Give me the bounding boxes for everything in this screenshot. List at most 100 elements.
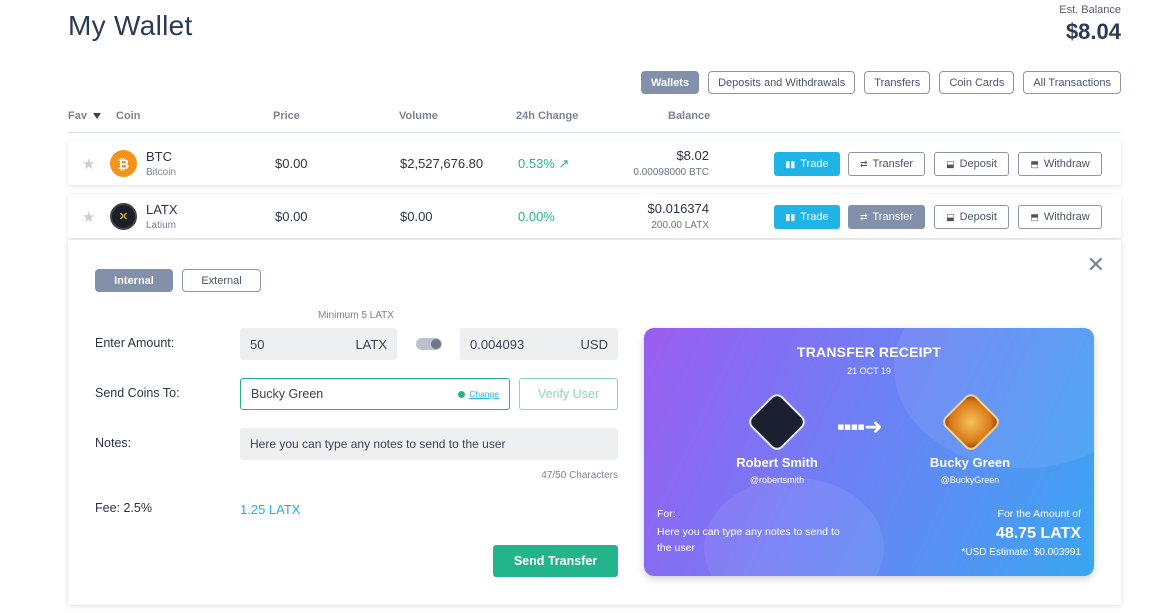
change-link-label: Change (469, 389, 499, 399)
fee-label: Fee: 2.5% (95, 501, 152, 515)
amount-label: Enter Amount: (95, 336, 175, 350)
coin-symbol: LATX (146, 202, 178, 217)
coin-change: 0.53% ↗ (518, 156, 569, 172)
currency-toggle[interactable] (416, 338, 442, 350)
coin-volume: $2,527,676.80 (400, 156, 484, 171)
coin-volume: $0.00 (400, 209, 433, 224)
arrow-right-icon: ▪▪▪▪➜ (837, 414, 883, 439)
sendto-label: Send Coins To: (95, 386, 180, 400)
recipient-name: Bucky Green (929, 455, 1011, 470)
coin-balance-sub: 0.00098000 BTC (633, 167, 709, 178)
receipt-note: Here you can type any notes to send to t… (657, 526, 840, 554)
verify-user-button[interactable]: Verify User (519, 378, 618, 410)
coin-balance: $8.02 (676, 148, 709, 163)
usd-input[interactable]: 0.004093 USD (460, 328, 618, 360)
star-icon[interactable]: ★ (82, 155, 95, 173)
wallet-page: My Wallet Est. Balance $8.04 Wallets Dep… (0, 0, 1167, 613)
fav-header-label: Fav (68, 110, 87, 122)
table-row: ★ ✕ LATX Latium $0.00 $0.00 0.00% $0.016… (68, 194, 1121, 238)
latium-icon: ✕ (110, 203, 137, 230)
withdraw-icon: ⬒ (1030, 211, 1039, 222)
character-count: 47/50 Characters (541, 470, 618, 481)
transfer-button[interactable]: ⇄ Transfer (848, 152, 925, 176)
notes-input[interactable]: Here you can type any notes to send to t… (240, 428, 618, 460)
tab-wallets[interactable]: Wallets (640, 71, 700, 94)
withdraw-icon: ⬒ (1030, 158, 1039, 169)
notes-label: Notes: (95, 436, 132, 450)
tab-coin-cards[interactable]: Coin Cards (939, 71, 1015, 94)
wallet-tabs: Wallets Deposits and Withdrawals Transfe… (640, 71, 1121, 94)
tab-internal[interactable]: Internal (95, 269, 173, 292)
sender-handle: @robertsmith (749, 475, 805, 485)
volume-header: Volume (399, 110, 438, 122)
transfer-label: Transfer (872, 211, 914, 223)
withdraw-label: Withdraw (1043, 211, 1090, 223)
star-icon[interactable]: ★ (82, 208, 95, 226)
receipt-amount: 48.75 LATX (995, 525, 1081, 542)
change-link[interactable]: Change (458, 389, 499, 399)
amount-unit: LATX (355, 336, 387, 352)
receipt-amount-label: For the Amount of (997, 508, 1081, 520)
usd-value: 0.004093 (470, 336, 525, 352)
sort-caret-icon[interactable] (92, 113, 101, 120)
deposit-button[interactable]: ⬓ Deposit (934, 152, 1009, 176)
deposit-label: Deposit (959, 211, 997, 223)
fee-value: 1.25 LATX (240, 502, 301, 517)
table-row: ★ ₿ BTC Bitcoin $0.00 $2,527,676.80 0.53… (68, 141, 1121, 185)
chart-bars-icon: ▮▮ (785, 158, 796, 169)
close-icon[interactable]: ✕ (1087, 254, 1105, 276)
transfer-panel: ✕ Internal External Minimum 5 LATX Enter… (68, 240, 1121, 605)
receipt-usd-estimate: *USD Estimate: $0.003991 (961, 547, 1081, 558)
coin-balance: $0.016374 (647, 201, 709, 216)
withdraw-label: Withdraw (1043, 158, 1090, 170)
coin-header: Coin (116, 110, 141, 122)
coin-name: Bitcoin (146, 167, 177, 178)
withdraw-button[interactable]: ⬒ Withdraw (1018, 152, 1102, 176)
coin-change-value: 0.53% (518, 156, 555, 171)
deposit-label: Deposit (959, 158, 997, 170)
recipient-value: Bucky Green (251, 387, 324, 401)
tab-transfers[interactable]: Transfers (864, 71, 931, 94)
coin-symbol: BTC (146, 149, 172, 164)
receipt-title: TRANSFER RECEIPT (797, 344, 941, 360)
est-balance-value: $8.04 (1065, 19, 1121, 44)
transfer-receipt: TRANSFER RECEIPT 21 OCT 19 ▪▪▪▪➜ Robert … (644, 328, 1094, 576)
transfer-label: Transfer (872, 158, 914, 170)
transfer-icon: ⇄ (859, 158, 868, 169)
tab-external[interactable]: External (182, 269, 261, 292)
withdraw-button[interactable]: ⬒ Withdraw (1018, 205, 1102, 229)
bitcoin-icon: ₿ (110, 150, 137, 177)
receipt-date: 21 OCT 19 (847, 366, 891, 376)
tab-all-transactions[interactable]: All Transactions (1023, 71, 1121, 94)
coin-change: 0.00% (518, 209, 555, 224)
tab-deposits-withdrawals[interactable]: Deposits and Withdrawals (708, 71, 856, 94)
amount-input[interactable]: 50 LATX (240, 328, 397, 360)
recipient-input[interactable]: Bucky Green Change (240, 378, 510, 410)
deposit-icon: ⬓ (946, 158, 955, 169)
transfer-button[interactable]: ⇄ Transfer (848, 205, 925, 229)
coin-price: $0.00 (275, 209, 308, 224)
page-title: My Wallet (68, 10, 193, 41)
trade-button[interactable]: ▮▮ Trade (774, 205, 840, 229)
sender-name: Robert Smith (736, 455, 818, 470)
coin-price: $0.00 (275, 156, 308, 171)
deposit-button[interactable]: ⬓ Deposit (934, 205, 1009, 229)
fav-header[interactable]: Fav (68, 110, 101, 122)
amount-value: 50 (250, 336, 265, 352)
transfer-icon: ⇄ (859, 211, 868, 222)
trend-up-icon: ↗ (558, 156, 570, 171)
change-header: 24h Change (516, 110, 579, 122)
sender-avatar (745, 390, 809, 454)
deposit-icon: ⬓ (946, 211, 955, 222)
receipt-for-label: For: (657, 508, 676, 520)
send-transfer-button[interactable]: Send Transfer (493, 545, 618, 577)
trade-label: Trade (800, 158, 829, 170)
table-header: Fav Coin Price Volume 24h Change Balance (68, 106, 1121, 133)
coin-name: Latium (146, 220, 177, 231)
price-header: Price (273, 110, 300, 122)
est-balance-label: Est. Balance (1059, 4, 1121, 16)
trade-button[interactable]: ▮▮ Trade (774, 152, 840, 176)
check-icon (458, 390, 466, 398)
balance-header: Balance (668, 110, 711, 122)
recipient-handle: @BuckyGreen (940, 475, 1000, 485)
